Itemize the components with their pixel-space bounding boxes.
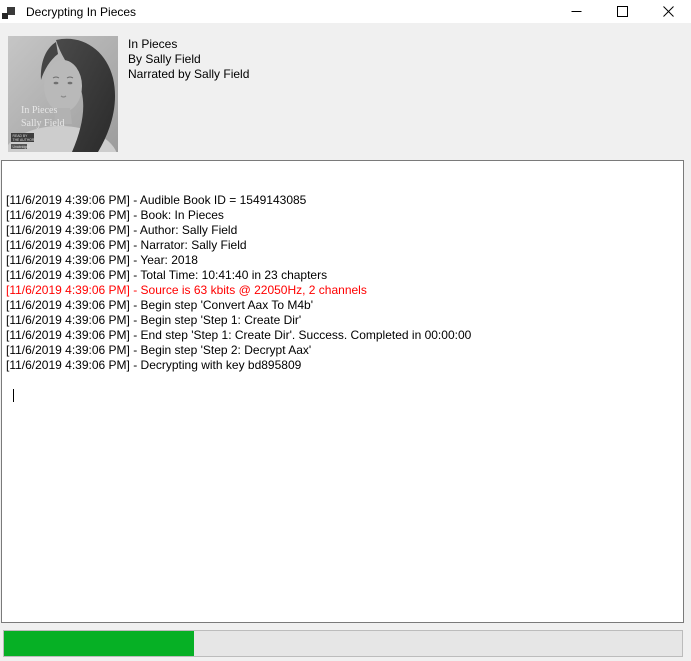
cover-art: In Pieces Sally Field READ BY THE AUTHOR… [8, 36, 118, 152]
log-line: [11/6/2019 4:39:06 PM] - Narrator: Sally… [6, 238, 679, 253]
book-narrator: Narrated by Sally Field [128, 67, 249, 82]
log-line: [11/6/2019 4:39:06 PM] - Author: Sally F… [6, 223, 679, 238]
app-icon [2, 4, 18, 20]
maximize-button[interactable] [599, 0, 645, 23]
minimize-icon [571, 6, 582, 17]
log-line: [11/6/2019 4:39:06 PM] - Total Time: 10:… [6, 268, 679, 283]
log-line: [11/6/2019 4:39:06 PM] - Audible Book ID… [6, 193, 679, 208]
log-line: [11/6/2019 4:39:06 PM] - Begin step 'Ste… [6, 343, 679, 358]
log-textbox[interactable]: [11/6/2019 4:39:06 PM] - Audible Book ID… [1, 160, 684, 623]
book-author: By Sally Field [128, 52, 249, 67]
log-line: [11/6/2019 4:39:06 PM] - Begin step 'Con… [6, 298, 679, 313]
decrypt-progressbar [3, 630, 683, 657]
log-line: [11/6/2019 4:39:06 PM] - Source is 63 kb… [6, 283, 679, 298]
cover-author-text: Sally Field [21, 118, 65, 129]
log-lines: [11/6/2019 4:39:06 PM] - Audible Book ID… [6, 193, 679, 373]
cover-badge-line3: Unabridged [13, 145, 31, 149]
book-info: In Pieces By Sally Field Narrated by Sal… [128, 37, 249, 82]
minimize-button[interactable] [553, 0, 599, 23]
log-line: [11/6/2019 4:39:06 PM] - Year: 2018 [6, 253, 679, 268]
maximize-icon [617, 6, 628, 17]
window-title: Decrypting In Pieces [26, 5, 136, 19]
close-button[interactable] [645, 0, 691, 23]
cover-title-text: In Pieces [21, 105, 57, 116]
titlebar: Decrypting In Pieces [0, 0, 691, 23]
cover-badge-line2: THE AUTHOR [13, 138, 35, 142]
book-cover-image: In Pieces Sally Field READ BY THE AUTHOR… [8, 36, 118, 152]
log-line: [11/6/2019 4:39:06 PM] - Decrypting with… [6, 358, 679, 373]
text-caret [13, 389, 15, 402]
log-line: [11/6/2019 4:39:06 PM] - Book: In Pieces [6, 208, 679, 223]
book-title: In Pieces [128, 37, 249, 52]
log-line: [11/6/2019 4:39:06 PM] - End step 'Step … [6, 328, 679, 343]
log-line: [11/6/2019 4:39:06 PM] - Begin step 'Ste… [6, 313, 679, 328]
close-icon [663, 6, 674, 17]
progressbar-fill [4, 631, 194, 656]
